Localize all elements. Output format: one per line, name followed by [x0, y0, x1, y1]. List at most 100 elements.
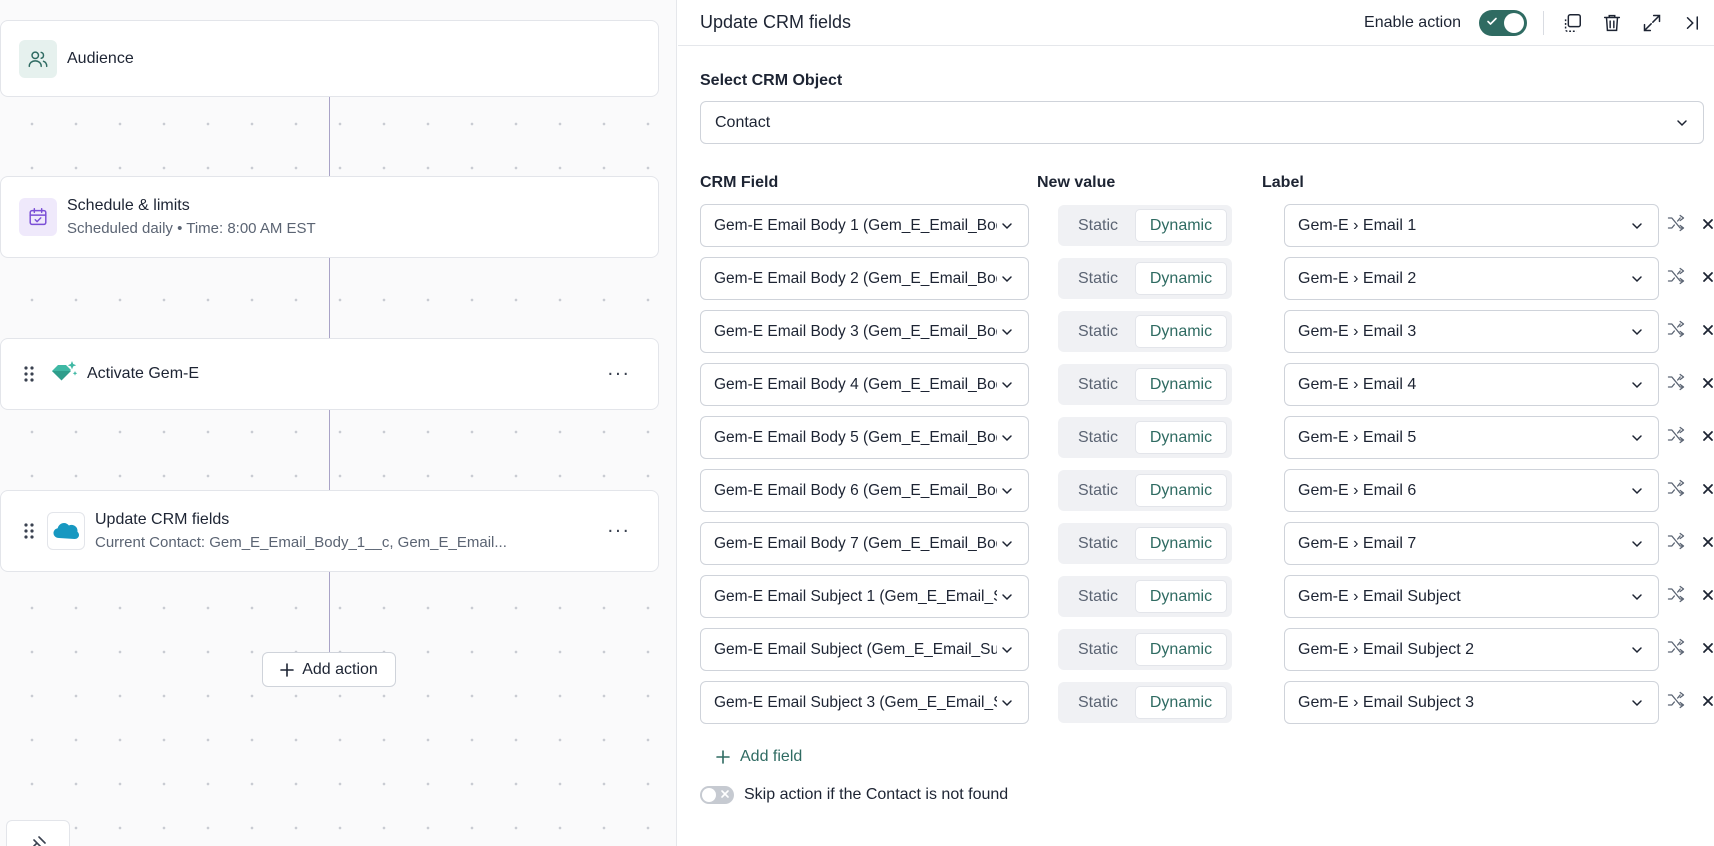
label-value: Gem-E › Email 4	[1298, 375, 1417, 393]
close-panel-button[interactable]	[1680, 11, 1704, 35]
more-options-icon[interactable]: ···	[607, 363, 630, 386]
enable-action-label: Enable action	[1364, 14, 1461, 31]
label-select[interactable]: Gem-E › Email 1	[1284, 204, 1659, 247]
remove-row-icon[interactable]	[1700, 428, 1714, 444]
static-option[interactable]: Static	[1061, 270, 1135, 288]
add-action-button[interactable]: Add action	[262, 652, 396, 687]
node-title: Schedule & limits	[67, 197, 190, 214]
value-type-segmented-control: Static Dynamic	[1058, 205, 1232, 246]
field-mapping-row: Gem-E Email Body 7 (Gem_E_Email_Body_7__…	[700, 522, 1713, 565]
dynamic-option[interactable]: Dynamic	[1135, 421, 1227, 454]
crm-field-select[interactable]: Gem-E Email Body 6 (Gem_E_Email_Body_6__…	[700, 469, 1029, 512]
label-value: Gem-E › Email 6	[1298, 481, 1417, 499]
delete-button[interactable]	[1600, 11, 1624, 35]
label-select[interactable]: Gem-E › Email 4	[1284, 363, 1659, 406]
shuffle-icon[interactable]	[1666, 425, 1686, 445]
crm-field-select[interactable]: Gem-E Email Body 3 (Gem_E_Email_Body_3__…	[700, 310, 1029, 353]
label-select[interactable]: Gem-E › Email 7	[1284, 522, 1659, 565]
remove-row-icon[interactable]	[1700, 640, 1714, 656]
remove-row-icon[interactable]	[1700, 269, 1714, 285]
enable-action-toggle[interactable]	[1479, 10, 1527, 36]
skip-action-toggle[interactable]	[700, 786, 734, 804]
chevron-down-icon	[1002, 275, 1012, 282]
dynamic-option[interactable]: Dynamic	[1135, 633, 1227, 666]
label-select[interactable]: Gem-E › Email 2	[1284, 257, 1659, 300]
remove-row-icon[interactable]	[1700, 216, 1714, 232]
label-select[interactable]: Gem-E › Email 5	[1284, 416, 1659, 459]
remove-row-icon[interactable]	[1700, 534, 1714, 550]
dynamic-option[interactable]: Dynamic	[1135, 315, 1227, 348]
chevron-down-icon	[1632, 487, 1642, 494]
crm-field-select[interactable]: Gem-E Email Body 4 (Gem_E_Email_Body_4__…	[700, 363, 1029, 406]
chevron-down-icon	[1002, 540, 1012, 547]
more-options-icon[interactable]: ···	[607, 520, 630, 543]
static-option[interactable]: Static	[1061, 482, 1135, 500]
drag-handle-icon[interactable]	[21, 365, 37, 383]
workflow-canvas[interactable]: Audience Schedule & limits Scheduled dai…	[0, 0, 677, 846]
tool-icon	[32, 836, 46, 846]
canvas-tool-button[interactable]	[6, 820, 70, 846]
label-value: Gem-E › Email 1	[1298, 216, 1417, 234]
duplicate-button[interactable]	[1560, 11, 1584, 35]
node-activate-gem-e[interactable]: Activate Gem-E ···	[0, 338, 659, 410]
label-select[interactable]: Gem-E › Email 3	[1284, 310, 1659, 353]
connector-line	[329, 258, 330, 338]
static-option[interactable]: Static	[1061, 535, 1135, 553]
crm-field-select[interactable]: Gem-E Email Body 2 (Gem_E_Email_Body_2__…	[700, 257, 1029, 300]
crm-field-select[interactable]: Gem-E Email Subject (Gem_E_Email_Subject…	[700, 628, 1029, 671]
add-field-button[interactable]: Add field	[716, 748, 802, 766]
dynamic-option[interactable]: Dynamic	[1135, 527, 1227, 560]
crm-field-select[interactable]: Gem-E Email Body 7 (Gem_E_Email_Body_7__…	[700, 522, 1029, 565]
node-schedule[interactable]: Schedule & limits Scheduled daily • Time…	[0, 176, 659, 258]
remove-row-icon[interactable]	[1700, 375, 1714, 391]
dynamic-option[interactable]: Dynamic	[1135, 686, 1227, 719]
shuffle-icon[interactable]	[1666, 637, 1686, 657]
shuffle-icon[interactable]	[1666, 213, 1686, 233]
remove-row-icon[interactable]	[1700, 322, 1714, 338]
static-option[interactable]: Static	[1061, 323, 1135, 341]
static-option[interactable]: Static	[1061, 376, 1135, 394]
dynamic-option[interactable]: Dynamic	[1135, 580, 1227, 613]
dynamic-option[interactable]: Dynamic	[1135, 209, 1227, 242]
shuffle-icon[interactable]	[1666, 266, 1686, 286]
select-crm-object-label: Select CRM Object	[700, 72, 843, 89]
node-audience[interactable]: Audience	[0, 20, 659, 97]
crm-field-select[interactable]: Gem-E Email Body 1 (Gem_E_Email_Body_1__…	[700, 204, 1029, 247]
value-type-segmented-control: Static Dynamic	[1058, 682, 1232, 723]
label-select[interactable]: Gem-E › Email Subject 2	[1284, 628, 1659, 671]
static-option[interactable]: Static	[1061, 217, 1135, 235]
panel-title: Update CRM fields	[700, 12, 852, 32]
static-option[interactable]: Static	[1061, 641, 1135, 659]
chevron-down-icon	[1002, 328, 1012, 335]
plus-icon	[280, 662, 294, 677]
crm-field-select[interactable]: Gem-E Email Subject 1 (Gem_E_Email_Subje…	[700, 575, 1029, 618]
trash-icon	[1603, 14, 1621, 32]
crm-field-select[interactable]: Gem-E Email Body 5 (Gem_E_Email_Body_5__…	[700, 416, 1029, 459]
dynamic-option[interactable]: Dynamic	[1135, 474, 1227, 507]
remove-row-icon[interactable]	[1700, 481, 1714, 497]
expand-button[interactable]	[1640, 11, 1664, 35]
label-select[interactable]: Gem-E › Email Subject	[1284, 575, 1659, 618]
crm-field-select[interactable]: Gem-E Email Subject 3 (Gem_E_Email_Subje…	[700, 681, 1029, 724]
drag-handle-icon[interactable]	[21, 522, 37, 540]
field-mapping-row: Gem-E Email Body 5 (Gem_E_Email_Body_5__…	[700, 416, 1713, 459]
shuffle-icon[interactable]	[1666, 690, 1686, 710]
static-option[interactable]: Static	[1061, 694, 1135, 712]
shuffle-icon[interactable]	[1666, 478, 1686, 498]
label-select[interactable]: Gem-E › Email 6	[1284, 469, 1659, 512]
remove-row-icon[interactable]	[1700, 587, 1714, 603]
chevron-down-icon	[1632, 593, 1642, 600]
shuffle-icon[interactable]	[1666, 319, 1686, 339]
static-option[interactable]: Static	[1061, 429, 1135, 447]
shuffle-icon[interactable]	[1666, 531, 1686, 551]
node-update-crm-fields[interactable]: Update CRM fields Current Contact: Gem_E…	[0, 490, 659, 572]
dynamic-option[interactable]: Dynamic	[1135, 262, 1227, 295]
static-option[interactable]: Static	[1061, 588, 1135, 606]
gem-sparkle-icon	[47, 358, 79, 390]
shuffle-icon[interactable]	[1666, 372, 1686, 392]
label-select[interactable]: Gem-E › Email Subject 3	[1284, 681, 1659, 724]
dynamic-option[interactable]: Dynamic	[1135, 368, 1227, 401]
shuffle-icon[interactable]	[1666, 584, 1686, 604]
remove-row-icon[interactable]	[1700, 693, 1714, 709]
crm-object-select[interactable]: Contact	[700, 101, 1704, 144]
